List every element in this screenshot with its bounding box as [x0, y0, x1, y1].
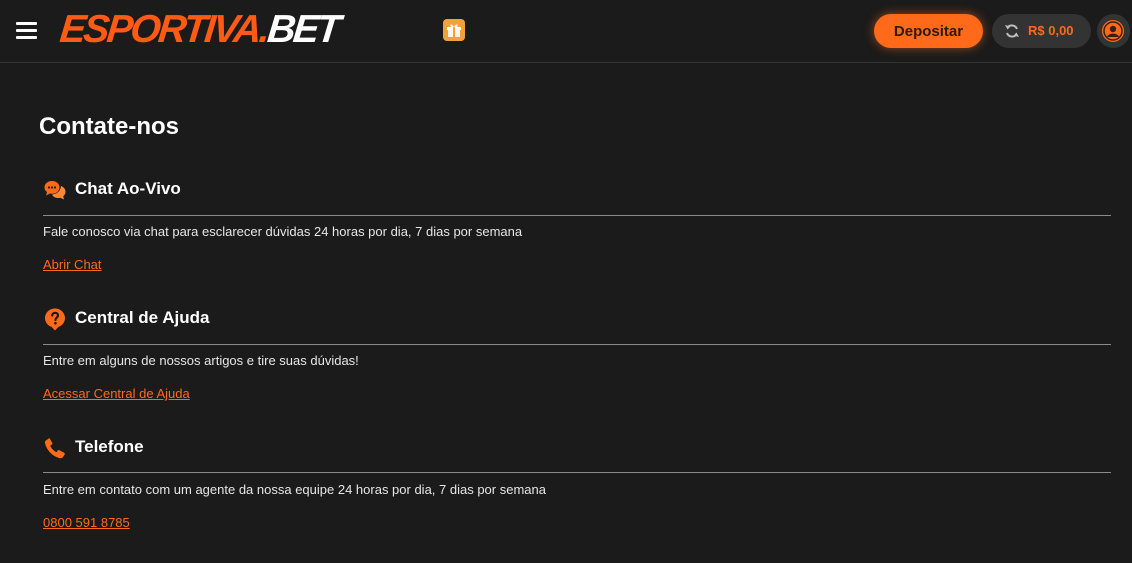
section-help-center: Central de Ajuda Entre em alguns de noss… — [43, 305, 1111, 401]
site-logo[interactable]: ESPORTIVA.BET — [58, 8, 341, 51]
deposit-button[interactable]: Depositar — [874, 14, 983, 48]
hamburger-menu-icon[interactable] — [16, 20, 38, 40]
phone-icon — [44, 438, 65, 459]
help-center-link[interactable]: Acessar Central de Ajuda — [43, 386, 190, 401]
gift-icon[interactable] — [443, 19, 465, 41]
section-description: Fale conosco via chat para esclarecer dú… — [43, 224, 523, 239]
section-description: Entre em contato com um agente da nossa … — [43, 482, 546, 497]
chat-bubbles-icon — [44, 181, 66, 200]
section-description: Entre em alguns de nossos artigos e tire… — [43, 353, 359, 368]
page-title: Contate-nos — [39, 113, 179, 140]
open-chat-link[interactable]: Abrir Chat — [43, 257, 102, 272]
section-phone: Telefone Entre em contato com um agente … — [43, 434, 1111, 530]
balance-display[interactable]: R$ 0,00 — [992, 14, 1091, 48]
section-live-chat: Chat Ao-Vivo Fale conosco via chat para … — [43, 176, 1111, 272]
user-menu[interactable] — [1097, 14, 1130, 48]
top-header: ESPORTIVA.BET Depositar R$ 0,00 — [0, 0, 1132, 63]
user-avatar-icon[interactable] — [1102, 20, 1124, 42]
section-title: Central de Ajuda — [75, 308, 210, 327]
divider — [43, 344, 1111, 345]
divider — [43, 472, 1111, 473]
help-question-icon — [45, 308, 65, 331]
section-title: Chat Ao-Vivo — [75, 179, 181, 198]
phone-number-link[interactable]: 0800 591 8785 — [43, 515, 130, 530]
divider — [43, 215, 1111, 216]
balance-amount: R$ 0,00 — [1028, 23, 1074, 38]
section-title: Telefone — [75, 437, 144, 456]
refresh-icon[interactable] — [1004, 23, 1020, 39]
